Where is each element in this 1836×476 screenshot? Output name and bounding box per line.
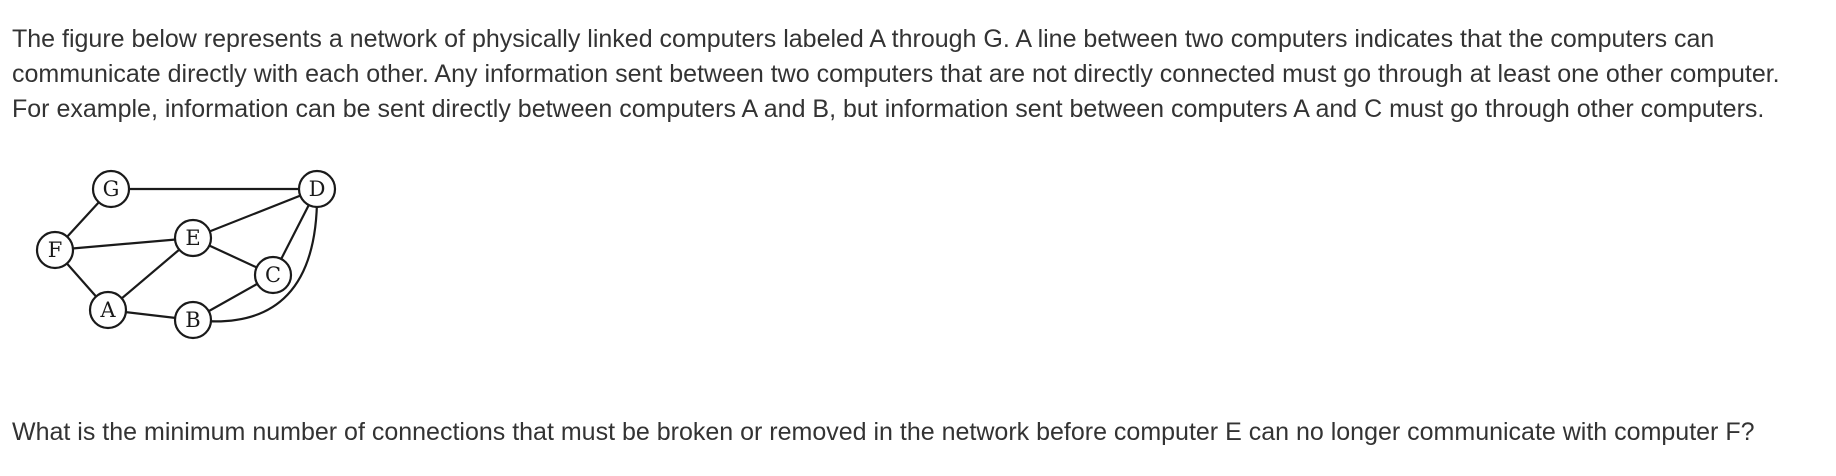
node-label: D bbox=[309, 177, 326, 201]
node-a: A bbox=[88, 290, 128, 330]
network-diagram: G D F E C A B bbox=[35, 169, 337, 340]
node-label: E bbox=[185, 226, 200, 250]
intro-line: The figure below represents a network of… bbox=[12, 25, 1715, 53]
intro-line: communicate directly with each other. An… bbox=[12, 60, 1780, 88]
edge-e-d bbox=[192, 187, 318, 240]
node-b: B bbox=[173, 300, 213, 340]
node-label: A bbox=[99, 298, 116, 322]
question-text: What is the minimum number of connection… bbox=[12, 418, 1755, 446]
intro-paragraph: The figure below represents a network of… bbox=[12, 22, 1827, 127]
node-label: B bbox=[185, 308, 200, 332]
intro-line: For example, information can be sent dir… bbox=[12, 95, 1765, 123]
node-e: E bbox=[173, 218, 213, 258]
node-g: G bbox=[91, 169, 131, 209]
node-f: F bbox=[35, 230, 75, 270]
edge-f-e bbox=[54, 236, 194, 252]
node-c: C bbox=[253, 255, 293, 295]
node-label: C bbox=[265, 263, 281, 287]
node-d: D bbox=[297, 169, 337, 209]
edge-b-d bbox=[192, 188, 319, 323]
node-label: F bbox=[48, 238, 63, 262]
node-label: G bbox=[103, 177, 120, 201]
